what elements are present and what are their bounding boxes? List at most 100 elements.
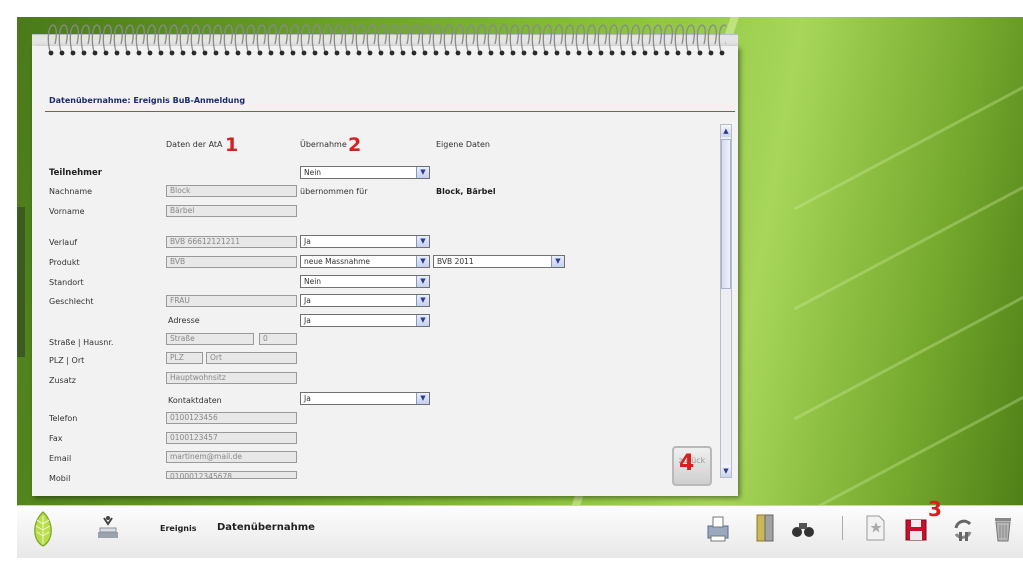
spiral-hole bbox=[444, 50, 450, 56]
scale-icon[interactable] bbox=[94, 514, 122, 542]
spiral-ring bbox=[674, 24, 684, 53]
spiral-ring bbox=[707, 24, 717, 53]
spiral-hole bbox=[70, 50, 76, 56]
chevron-down-icon: ▼ bbox=[551, 256, 564, 267]
spiral-hole bbox=[378, 50, 384, 56]
plz-field: PLZ bbox=[166, 352, 203, 364]
printer-icon[interactable] bbox=[705, 512, 731, 544]
spiral-hole bbox=[642, 50, 648, 56]
spiral-binding bbox=[47, 24, 726, 56]
recycle-icon[interactable] bbox=[950, 512, 976, 544]
spiral-ring bbox=[663, 24, 673, 53]
spiral-ring bbox=[608, 24, 618, 53]
spiral-hole bbox=[576, 50, 582, 56]
select-value: neue Massnahme bbox=[304, 257, 371, 266]
spiral-hole bbox=[367, 50, 373, 56]
label-nachname: Nachname bbox=[49, 187, 93, 196]
spiral-hole bbox=[664, 50, 670, 56]
spiral-hole bbox=[356, 50, 362, 56]
column-header-atia: Daten der AtA bbox=[166, 140, 223, 149]
spiral-ring bbox=[509, 24, 519, 53]
spiral-hole bbox=[125, 50, 131, 56]
spiral-hole bbox=[598, 50, 604, 56]
chevron-down-icon: ▼ bbox=[416, 236, 429, 247]
spiral-ring bbox=[377, 24, 387, 53]
spiral-hole bbox=[719, 50, 725, 56]
spiral-ring bbox=[212, 24, 222, 53]
leaf-vein bbox=[793, 66, 1023, 211]
spiral-hole bbox=[301, 50, 307, 56]
ort-field: Ort bbox=[206, 352, 297, 364]
spiral-ring bbox=[443, 24, 453, 53]
vorname-field: Bärbel bbox=[166, 205, 297, 217]
spiral-hole bbox=[411, 50, 417, 56]
spiral-hole bbox=[433, 50, 439, 56]
spiral-hole bbox=[246, 50, 252, 56]
verlauf-select[interactable]: Ja ▼ bbox=[300, 235, 430, 248]
nachname-field: Block bbox=[166, 185, 297, 197]
teilnehmer-select[interactable]: Nein ▼ bbox=[300, 166, 430, 179]
spiral-ring bbox=[102, 24, 112, 53]
callout-4: 4 bbox=[679, 451, 695, 476]
star-document-icon[interactable] bbox=[862, 512, 888, 544]
spiral-ring bbox=[289, 24, 299, 53]
column-header-eigene: Eigene Daten bbox=[436, 140, 491, 149]
spiral-ring bbox=[47, 24, 57, 53]
column-header-uebernahme: Übernahme bbox=[300, 140, 347, 149]
adresse-select[interactable]: Ja ▼ bbox=[300, 314, 430, 327]
side-handle[interactable] bbox=[17, 207, 25, 357]
spiral-ring bbox=[190, 24, 200, 53]
spiral-ring bbox=[597, 24, 607, 53]
vertical-scrollbar[interactable]: ▲ ▼ bbox=[720, 124, 732, 478]
book-icon[interactable] bbox=[752, 512, 778, 544]
telefon-field: 0100123456 bbox=[166, 412, 297, 424]
spiral-hole bbox=[554, 50, 560, 56]
spiral-hole bbox=[466, 50, 472, 56]
spiral-hole bbox=[510, 50, 516, 56]
produkt-select[interactable]: neue Massnahme ▼ bbox=[300, 255, 430, 268]
spiral-hole bbox=[158, 50, 164, 56]
spiral-ring bbox=[685, 24, 695, 53]
spiral-ring bbox=[542, 24, 552, 53]
email-field: martinem@mail.de bbox=[166, 451, 297, 463]
eigene-produkt-select[interactable]: BVB 2011 ▼ bbox=[433, 255, 565, 268]
trash-icon[interactable] bbox=[990, 512, 1016, 544]
kontakt-select[interactable]: Ja ▼ bbox=[300, 392, 430, 405]
scroll-down-icon[interactable]: ▼ bbox=[721, 465, 731, 477]
select-value: Nein bbox=[304, 277, 322, 286]
leaf-icon[interactable] bbox=[28, 510, 58, 548]
spiral-hole bbox=[543, 50, 549, 56]
select-value: Ja bbox=[304, 394, 311, 403]
spiral-hole bbox=[312, 50, 318, 56]
spiral-ring bbox=[718, 24, 726, 53]
mobil-field: 0100012345678 bbox=[166, 471, 297, 479]
geschlecht-select[interactable]: Ja ▼ bbox=[300, 294, 430, 307]
spiral-hole bbox=[213, 50, 219, 56]
binoculars-icon[interactable] bbox=[790, 512, 816, 544]
label-adresse: Adresse bbox=[168, 316, 200, 325]
chevron-down-icon: ▼ bbox=[416, 295, 429, 306]
spiral-hole bbox=[202, 50, 208, 56]
strasse-field: Straße bbox=[166, 333, 254, 345]
spiral-ring bbox=[520, 24, 530, 53]
standort-select[interactable]: Nein ▼ bbox=[300, 275, 430, 288]
save-icon[interactable] bbox=[903, 512, 929, 544]
leaf-vein bbox=[793, 376, 1023, 505]
spiral-ring bbox=[245, 24, 255, 53]
scroll-up-icon[interactable]: ▲ bbox=[721, 125, 731, 137]
scrollbar-thumb[interactable] bbox=[721, 139, 731, 289]
spiral-ring bbox=[278, 24, 288, 53]
select-value: BVB 2011 bbox=[437, 257, 474, 266]
geschlecht-field: FRAU bbox=[166, 295, 297, 307]
eigene-name: Block, Bärbel bbox=[436, 187, 496, 196]
spiral-ring bbox=[201, 24, 211, 53]
spiral-ring bbox=[641, 24, 651, 53]
chevron-down-icon: ▼ bbox=[416, 167, 429, 178]
spiral-hole bbox=[81, 50, 87, 56]
leaf-vein bbox=[793, 276, 1023, 421]
spiral-hole bbox=[114, 50, 120, 56]
callout-2: 2 bbox=[348, 134, 362, 156]
spiral-ring bbox=[454, 24, 464, 53]
page-title: Datenübernahme: Ereignis BuB-Anmeldung bbox=[49, 96, 246, 105]
spiral-hole bbox=[708, 50, 714, 56]
